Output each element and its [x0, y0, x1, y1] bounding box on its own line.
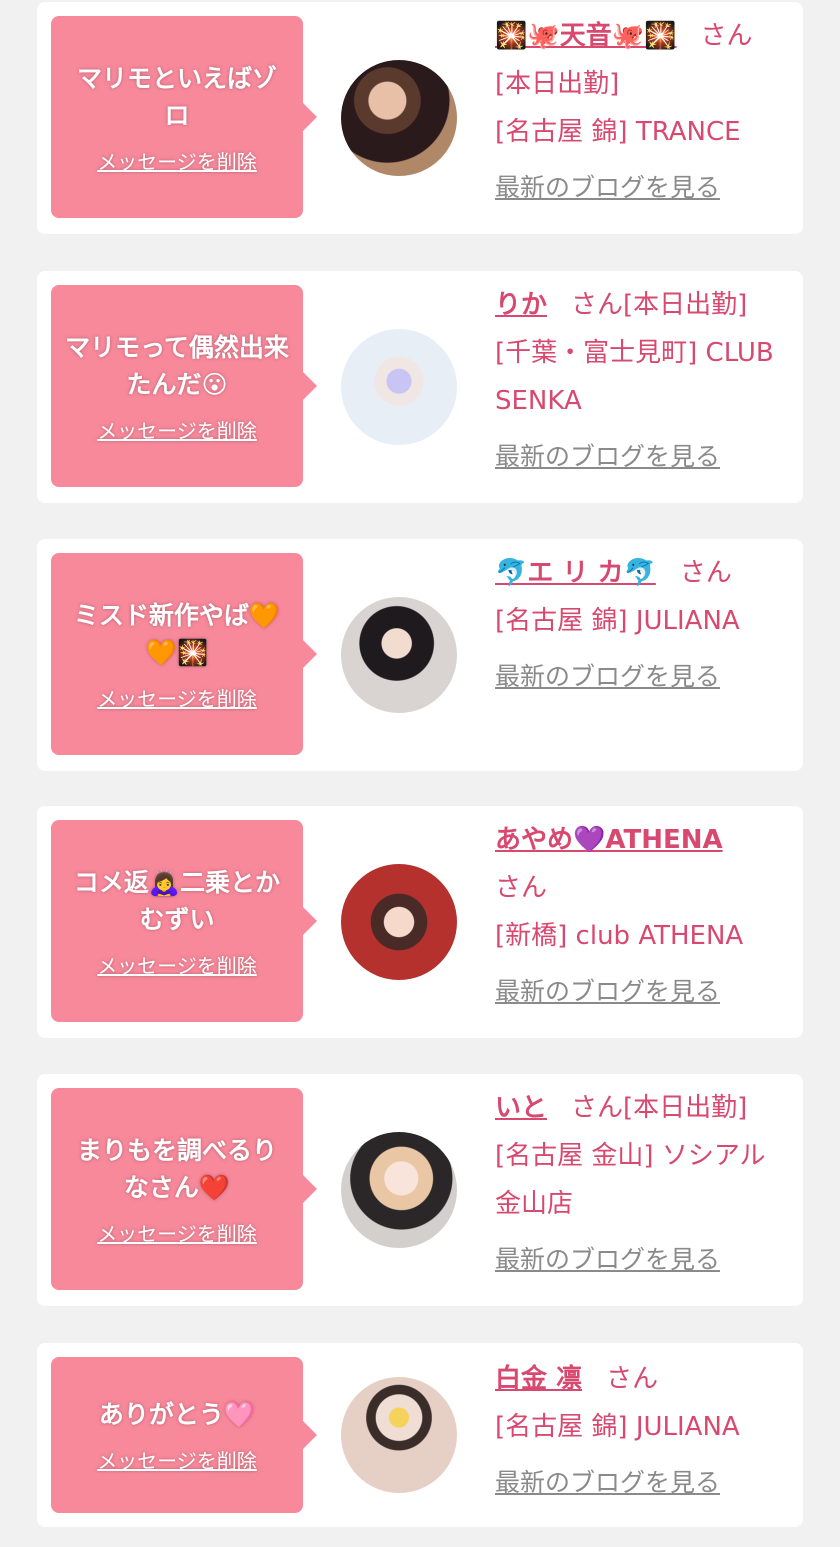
message-text: コメ返🙇‍♀️二乗とかむずい	[73, 867, 281, 934]
message-text: マリモって偶然出来たんだ😮	[65, 332, 289, 399]
latest-blog-link[interactable]: 最新のブログを見る	[495, 972, 789, 1012]
message-bubble: ミスド新作やば🧡🧡🎇 メッセージを削除	[51, 553, 317, 755]
message-bubble: まりもを調べるりなさん❤️ メッセージを削除	[51, 1088, 317, 1290]
shop-label: [新橋] club ATHENA	[495, 921, 744, 951]
message-card: コメ返🙇‍♀️二乗とかむずい メッセージを削除 あやめ💜ATHENA さん [新…	[37, 806, 803, 1038]
avatar[interactable]	[341, 864, 457, 980]
status-label: [本日出勤]	[623, 290, 748, 320]
avatar[interactable]	[341, 60, 457, 176]
profile-name-link[interactable]: いと	[495, 1093, 547, 1123]
honorific-label: さん	[571, 290, 624, 320]
honorific-label: さん	[700, 21, 753, 51]
profile-name-link[interactable]: あやめ💜ATHENA	[495, 825, 723, 855]
message-bubble: マリモといえばゾロ メッセージを削除	[51, 16, 317, 218]
message-card: ありがとう🩷 メッセージを削除 白金 凛さん [名古屋 錦] JULIANA 最…	[37, 1343, 803, 1527]
message-bubble: ありがとう🩷 メッセージを削除	[51, 1357, 317, 1513]
latest-blog-link[interactable]: 最新のブログを見る	[495, 1240, 789, 1280]
message-card: ミスド新作やば🧡🧡🎇 メッセージを削除 🐬エ リ カ🐬 さん [名古屋 錦] JU…	[37, 539, 803, 771]
message-bubble: コメ返🙇‍♀️二乗とかむずい メッセージを削除	[51, 820, 317, 1022]
delete-message-link[interactable]: メッセージを削除	[97, 683, 257, 712]
latest-blog-link[interactable]: 最新のブログを見る	[495, 1463, 789, 1503]
message-text: ありがとう🩷	[98, 1400, 256, 1429]
profile-name-link[interactable]: りか	[495, 290, 547, 320]
delete-message-link[interactable]: メッセージを削除	[97, 146, 257, 175]
profile-info: あやめ💜ATHENA さん [新橋] club ATHENA 最新のブログを見る	[495, 816, 789, 1012]
delete-message-link[interactable]: メッセージを削除	[97, 1445, 257, 1474]
profile-info: 🐬エ リ カ🐬 さん [名古屋 錦] JULIANA 最新のブログを見る	[495, 549, 789, 697]
profile-info: 🎇🐙天音🐙🎇 さん [本日出勤] [名古屋 錦] TRANCE 最新のブログを見る	[495, 12, 789, 208]
message-card: マリモって偶然出来たんだ😮 メッセージを削除 りか さん[本日出勤] [千葉・富士…	[37, 271, 803, 503]
shop-label: [名古屋 錦] JULIANA	[495, 1412, 740, 1442]
message-card: まりもを調べるりなさん❤️ メッセージを削除 いと さん[本日出勤] [名古屋 金…	[37, 1074, 803, 1306]
message-bubble: マリモって偶然出来たんだ😮 メッセージを削除	[51, 285, 317, 487]
avatar[interactable]	[341, 1132, 457, 1248]
profile-info: りか さん[本日出勤] [千葉・富士見町] CLUB SENKA 最新のブログを見…	[495, 281, 789, 477]
shop-label: [名古屋 金山] ソシアル金山店	[495, 1141, 766, 1219]
shop-label: [名古屋 錦] TRANCE	[495, 117, 741, 147]
status-label: [本日出勤]	[495, 69, 620, 99]
honorific-label: さん	[606, 1364, 659, 1394]
profile-info: 白金 凛さん [名古屋 錦] JULIANA 最新のブログを見る	[495, 1355, 789, 1503]
profile-name-link[interactable]: 白金 凛	[495, 1364, 582, 1394]
message-text: マリモといえばゾロ	[76, 63, 277, 130]
message-text: ミスド新作やば🧡🧡🎇	[73, 600, 281, 667]
avatar[interactable]	[341, 1377, 457, 1493]
message-text: まりもを調べるりなさん❤️	[76, 1135, 277, 1202]
delete-message-link[interactable]: メッセージを削除	[97, 415, 257, 444]
shop-label: [千葉・富士見町] CLUB SENKA	[495, 338, 774, 416]
latest-blog-link[interactable]: 最新のブログを見る	[495, 437, 789, 477]
profile-name-link[interactable]: 🐬エ リ カ🐬	[495, 558, 656, 588]
delete-message-link[interactable]: メッセージを削除	[97, 1218, 257, 1247]
latest-blog-link[interactable]: 最新のブログを見る	[495, 657, 789, 697]
honorific-label: さん	[679, 558, 732, 588]
avatar[interactable]	[341, 329, 457, 445]
message-card: マリモといえばゾロ メッセージを削除 🎇🐙天音🐙🎇 さん [本日出勤] [名古屋 …	[37, 2, 803, 234]
avatar[interactable]	[341, 597, 457, 713]
honorific-label: さん	[571, 1093, 624, 1123]
profile-name-link[interactable]: 🎇🐙天音🐙🎇	[495, 21, 677, 51]
status-label: [本日出勤]	[623, 1093, 748, 1123]
honorific-label: さん	[495, 873, 548, 903]
profile-info: いと さん[本日出勤] [名古屋 金山] ソシアル金山店 最新のブログを見る	[495, 1084, 789, 1280]
delete-message-link[interactable]: メッセージを削除	[97, 950, 257, 979]
latest-blog-link[interactable]: 最新のブログを見る	[495, 168, 789, 208]
shop-label: [名古屋 錦] JULIANA	[495, 606, 740, 636]
